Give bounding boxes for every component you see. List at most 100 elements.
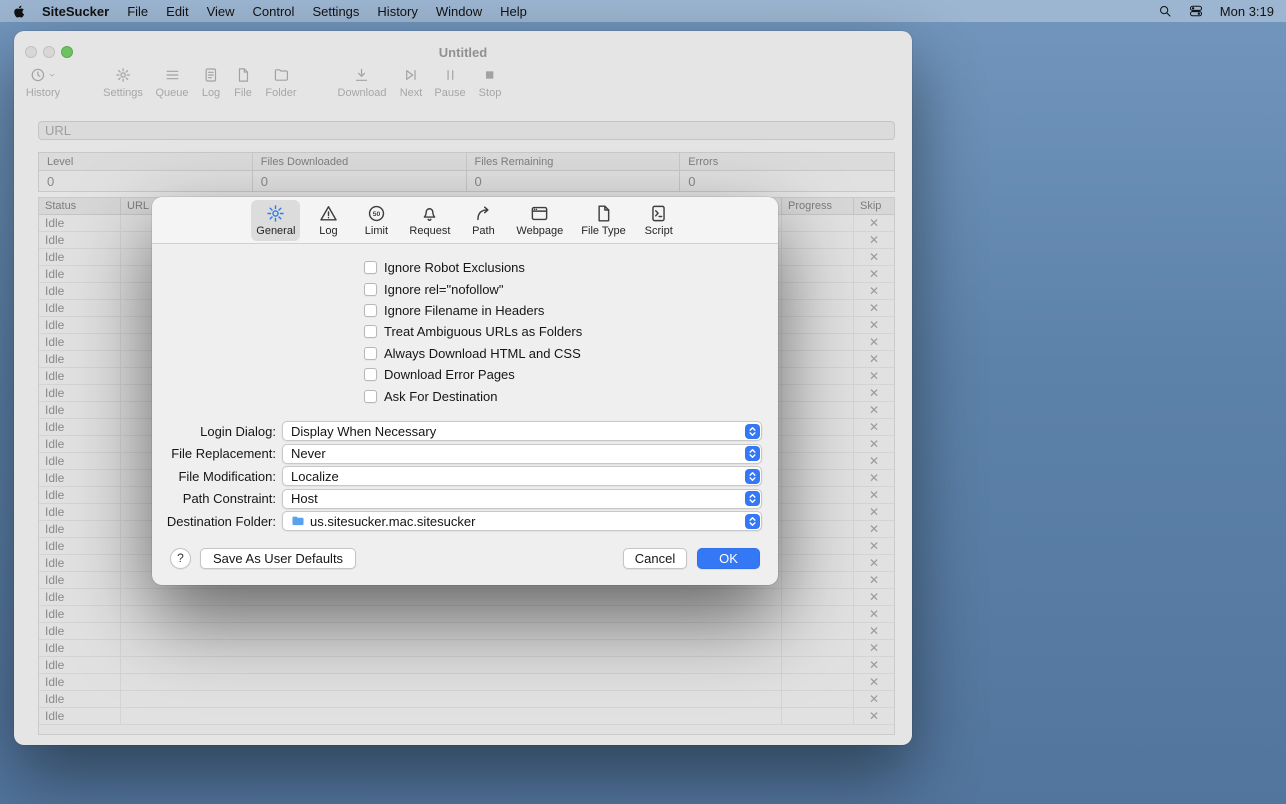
menu-item-edit[interactable]: Edit xyxy=(157,4,197,19)
skip-button[interactable]: ✕ xyxy=(869,421,879,433)
popup-login-dialog[interactable]: Display When Necessary xyxy=(282,421,762,441)
checkbox-ask-for-destination[interactable] xyxy=(364,390,377,403)
skip-button[interactable]: ✕ xyxy=(869,608,879,620)
toolbar-button-pause[interactable]: Pause xyxy=(434,65,465,99)
popup-path-constraint[interactable]: Host xyxy=(282,489,762,509)
menu-item-settings[interactable]: Settings xyxy=(303,4,368,19)
url-cell xyxy=(121,674,782,690)
tab-limit[interactable]: 50Limit xyxy=(356,200,396,241)
skip-button[interactable]: ✕ xyxy=(869,472,879,484)
tab-path[interactable]: Path xyxy=(463,200,503,241)
column-header-skip[interactable]: Skip xyxy=(854,198,894,214)
tab-label: Limit xyxy=(365,225,388,237)
popup-file-replacement[interactable]: Never xyxy=(282,444,762,464)
status-cell: Idle xyxy=(39,419,121,435)
menu-clock[interactable]: Mon 3:19 xyxy=(1220,4,1274,19)
toolbar-button-file[interactable]: File xyxy=(234,65,252,99)
progress-cell xyxy=(782,283,854,299)
skip-button[interactable]: ✕ xyxy=(869,574,879,586)
toolbar-button-stop[interactable]: Stop xyxy=(479,65,502,99)
checkbox-ignore-rel-nofollow[interactable] xyxy=(364,283,377,296)
skip-button[interactable]: ✕ xyxy=(869,591,879,603)
checkbox-download-error-pages[interactable] xyxy=(364,368,377,381)
skip-button[interactable]: ✕ xyxy=(869,642,879,654)
checkbox-always-download-html-and-css[interactable] xyxy=(364,347,377,360)
status-cell: Idle xyxy=(39,623,121,639)
menu-item-view[interactable]: View xyxy=(198,4,244,19)
url-input[interactable] xyxy=(38,121,895,140)
toolbar-button-history[interactable]: History xyxy=(26,65,60,99)
menu-item-history[interactable]: History xyxy=(368,4,426,19)
progress-cell xyxy=(782,402,854,418)
save-defaults-button[interactable]: Save As User Defaults xyxy=(200,548,356,569)
checkbox-treat-ambiguous-urls-as-folders[interactable] xyxy=(364,325,377,338)
menu-item-help[interactable]: Help xyxy=(491,4,536,19)
download-icon xyxy=(354,65,370,85)
popup-destination-folder[interactable]: us.sitesucker.mac.sitesucker xyxy=(282,511,762,531)
skip-button[interactable]: ✕ xyxy=(869,387,879,399)
checkbox-ignore-filename-in-headers[interactable] xyxy=(364,304,377,317)
spotlight-search-icon[interactable] xyxy=(1158,4,1172,18)
skip-button[interactable]: ✕ xyxy=(869,404,879,416)
help-button[interactable]: ? xyxy=(170,548,191,569)
skip-button[interactable]: ✕ xyxy=(869,523,879,535)
column-header-progress[interactable]: Progress xyxy=(782,198,854,214)
skip-button[interactable]: ✕ xyxy=(869,540,879,552)
popup-file-modification[interactable]: Localize xyxy=(282,466,762,486)
skip-button[interactable]: ✕ xyxy=(869,557,879,569)
tab-file-type[interactable]: File Type xyxy=(576,200,630,241)
apple-menu-icon[interactable] xyxy=(12,4,27,19)
status-cell: Idle xyxy=(39,317,121,333)
toolbar-button-queue[interactable]: Queue xyxy=(155,65,188,99)
ok-button[interactable]: OK xyxy=(697,548,760,569)
skip-button[interactable]: ✕ xyxy=(869,489,879,501)
skip-button[interactable]: ✕ xyxy=(869,625,879,637)
toolbar-label: File xyxy=(234,87,252,99)
toolbar-label: Pause xyxy=(434,87,465,99)
tab-webpage[interactable]: Webpage xyxy=(511,200,568,241)
column-header-status[interactable]: Status xyxy=(39,198,121,214)
tab-general[interactable]: General xyxy=(251,200,300,241)
status-cell: Idle xyxy=(39,385,121,401)
skip-button[interactable]: ✕ xyxy=(869,251,879,263)
toolbar-button-folder[interactable]: Folder xyxy=(265,65,296,99)
skip-button[interactable]: ✕ xyxy=(869,710,879,722)
skip-cell: ✕ xyxy=(854,351,894,367)
menu-item-window[interactable]: Window xyxy=(427,4,491,19)
stat-files-remaining: Files Remaining0 xyxy=(467,153,681,191)
skip-button[interactable]: ✕ xyxy=(869,336,879,348)
skip-button[interactable]: ✕ xyxy=(869,353,879,365)
skip-button[interactable]: ✕ xyxy=(869,438,879,450)
menu-item-sitesucker[interactable]: SiteSucker xyxy=(33,4,118,19)
skip-button[interactable]: ✕ xyxy=(869,455,879,467)
toolbar-button-log[interactable]: Log xyxy=(202,65,220,99)
toolbar-button-settings[interactable]: Settings xyxy=(103,65,143,99)
skip-button[interactable]: ✕ xyxy=(869,370,879,382)
tab-label: Script xyxy=(645,225,673,237)
skip-cell: ✕ xyxy=(854,538,894,554)
skip-button[interactable]: ✕ xyxy=(869,693,879,705)
cancel-button[interactable]: Cancel xyxy=(623,548,687,569)
tab-request[interactable]: Request xyxy=(404,200,455,241)
toolbar-button-next[interactable]: Next xyxy=(400,65,423,99)
skip-button[interactable]: ✕ xyxy=(869,217,879,229)
checkbox-ignore-robot-exclusions[interactable] xyxy=(364,261,377,274)
stat-value: 0 xyxy=(253,171,466,191)
skip-button[interactable]: ✕ xyxy=(869,319,879,331)
skip-button[interactable]: ✕ xyxy=(869,506,879,518)
skip-button[interactable]: ✕ xyxy=(869,285,879,297)
skip-button[interactable]: ✕ xyxy=(869,659,879,671)
skip-button[interactable]: ✕ xyxy=(869,676,879,688)
dialog-footer: ? Save As User Defaults Cancel OK xyxy=(170,546,760,570)
control-center-icon[interactable] xyxy=(1189,4,1203,18)
tab-log[interactable]: Log xyxy=(308,200,348,241)
skip-button[interactable]: ✕ xyxy=(869,234,879,246)
toolbar-label: Download xyxy=(338,87,387,99)
menu-item-file[interactable]: File xyxy=(118,4,157,19)
skip-button[interactable]: ✕ xyxy=(869,302,879,314)
menu-item-control[interactable]: Control xyxy=(244,4,304,19)
toolbar-button-download[interactable]: Download xyxy=(338,65,387,99)
settings-dialog: GeneralLog50LimitRequestPathWebpageFile … xyxy=(152,197,778,585)
skip-button[interactable]: ✕ xyxy=(869,268,879,280)
tab-script[interactable]: Script xyxy=(639,200,679,241)
